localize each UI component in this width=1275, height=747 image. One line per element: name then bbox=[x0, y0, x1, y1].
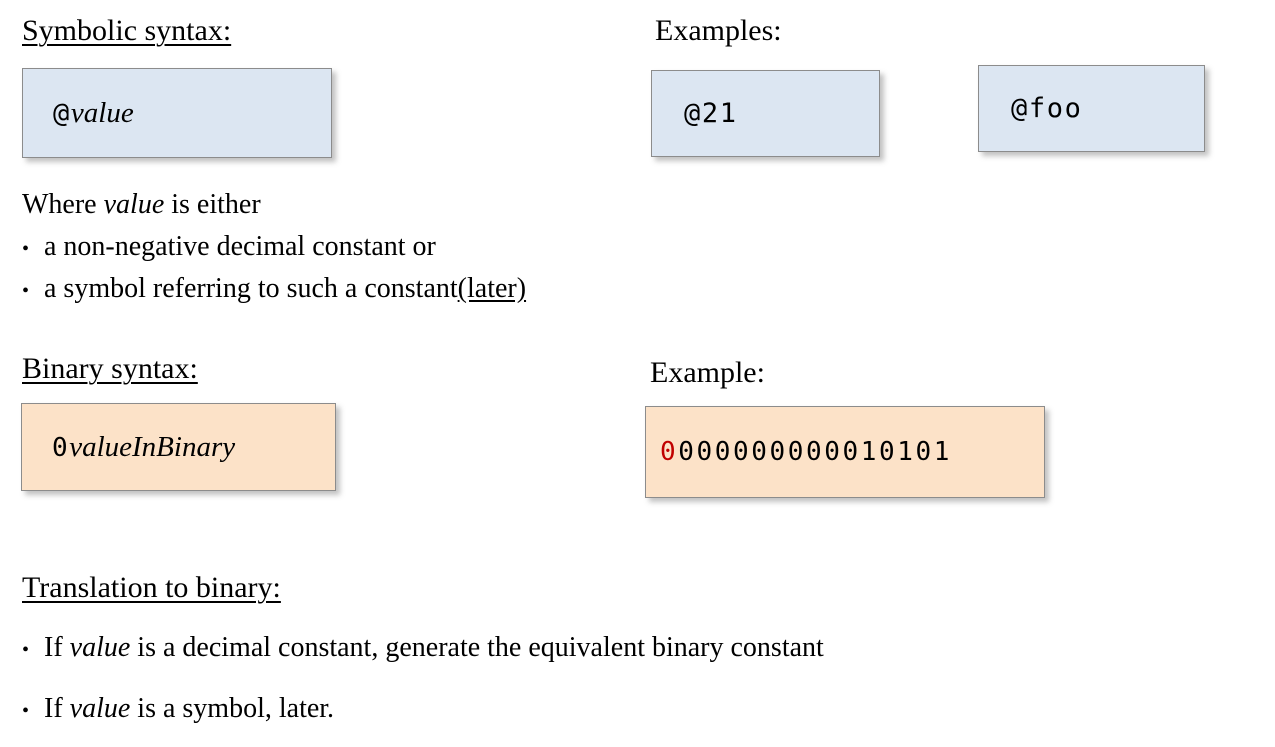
translation-bullet-2-after: is a symbol, later. bbox=[130, 693, 335, 724]
bullet-marker-icon: • bbox=[22, 639, 30, 661]
examples-heading: Examples: bbox=[655, 14, 782, 47]
translation-bullet-1-italic-value: value bbox=[69, 632, 131, 663]
opcode-bit: 0 bbox=[660, 437, 679, 467]
translation-bullet-2: If value is a symbol, later. bbox=[44, 692, 334, 726]
example-box-atfoo-text: @foo bbox=[1011, 93, 1083, 124]
where-bullet-2-text: a symbol referring to such a constant bbox=[44, 273, 458, 304]
translation-heading: Translation to binary: bbox=[22, 571, 281, 604]
value-in-binary-placeholder: valueInBinary bbox=[69, 430, 236, 463]
symbolic-syntax-heading: Symbolic syntax: bbox=[22, 14, 232, 47]
symbolic-syntax-box: @value bbox=[22, 68, 332, 158]
bullet-marker-icon: • bbox=[22, 238, 30, 260]
translation-bullet-2-before: If bbox=[44, 693, 70, 724]
example-box-at21: @21 bbox=[651, 70, 880, 157]
example-box-atfoo: @foo bbox=[978, 65, 1205, 152]
binary-example-heading: Example: bbox=[650, 356, 765, 389]
at-sign-prefix: @ bbox=[53, 97, 71, 129]
binary-syntax-box-text: 0valueInBinary bbox=[52, 431, 235, 464]
bullet-marker-icon: • bbox=[22, 700, 30, 722]
binary-example-box: 0000000000010101 bbox=[645, 406, 1045, 498]
value-placeholder: value bbox=[70, 96, 134, 129]
binary-example-box-text: 0000000000010101 bbox=[660, 437, 952, 467]
translation-bullet-2-italic-value: value bbox=[69, 693, 131, 724]
translation-bullet-1-after: is a decimal constant, generate the equi… bbox=[130, 632, 824, 663]
translation-bullet-item-1: • If value is a decimal constant, genera… bbox=[22, 631, 824, 667]
translation-bullet-item-2: • If value is a symbol, later. bbox=[22, 692, 334, 728]
where-bullet-item-1: • a non-negative decimal constant or bbox=[22, 230, 436, 266]
where-bullet-1-text: a non-negative decimal constant or bbox=[44, 231, 436, 262]
later-link[interactable]: (later) bbox=[458, 272, 526, 306]
binary-syntax-box: 0valueInBinary bbox=[21, 403, 336, 491]
symbolic-syntax-box-text: @value bbox=[53, 97, 134, 130]
where-intro-before: Where bbox=[22, 189, 104, 220]
translation-bullet-1-before: If bbox=[44, 632, 70, 663]
example-box-at21-text: @21 bbox=[684, 98, 738, 129]
zero-prefix: 0 bbox=[52, 432, 70, 463]
bullet-marker-icon: • bbox=[22, 280, 30, 302]
where-bullet-item-2: • a symbol referring to such a constant … bbox=[22, 272, 526, 308]
binary-syntax-heading: Binary syntax: bbox=[22, 352, 198, 385]
where-intro-after: is either bbox=[164, 189, 261, 220]
where-value-intro: Where value is either bbox=[22, 188, 261, 222]
where-intro-italic-value: value bbox=[103, 189, 165, 220]
translation-bullet-1: If value is a decimal constant, generate… bbox=[44, 631, 824, 665]
value-bits: 000000000010101 bbox=[678, 437, 953, 467]
